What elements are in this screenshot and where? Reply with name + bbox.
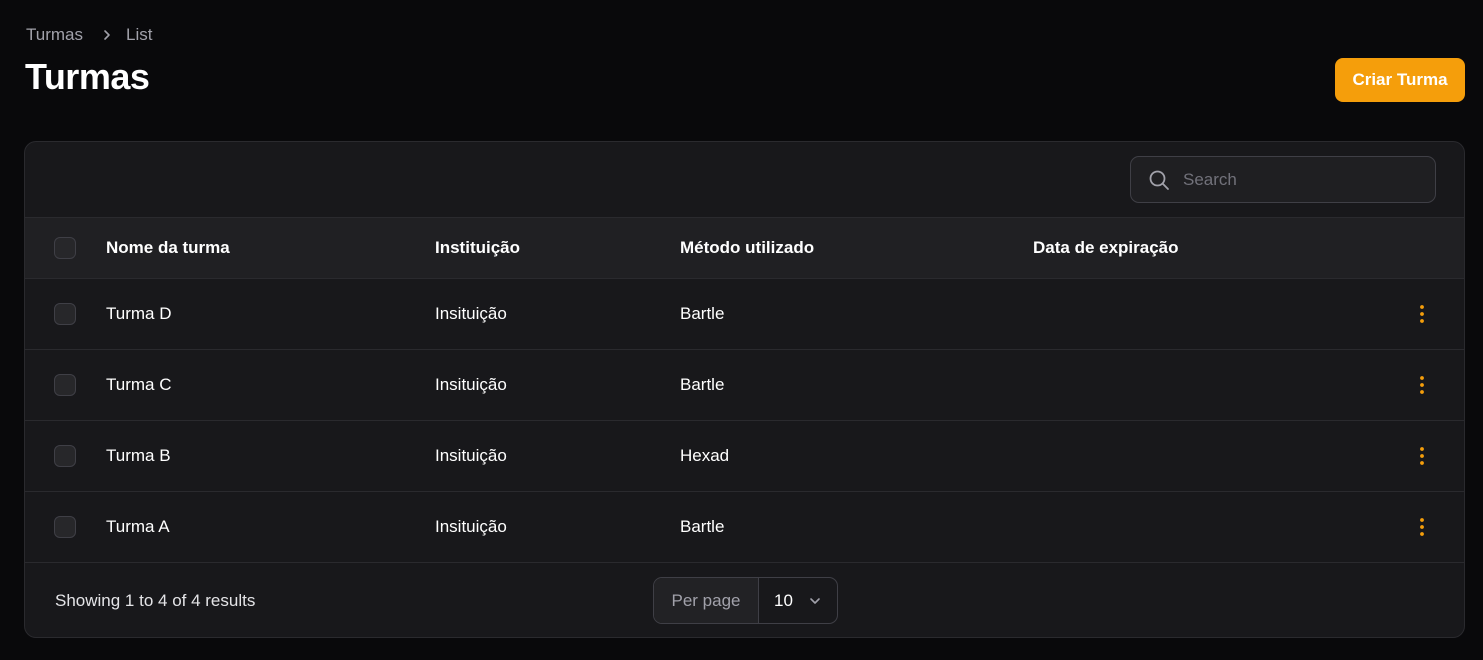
cell-name: Turma C — [106, 375, 172, 394]
cell-method: Bartle — [680, 304, 725, 323]
per-page-select[interactable]: 10 — [759, 578, 837, 623]
table-row[interactable]: Turma A Insituição Bartle — [25, 492, 1464, 563]
results-summary: Showing 1 to 4 of 4 results — [55, 591, 256, 610]
cell-institution: Insituição — [435, 375, 507, 394]
table-header-row: Nome da turma Instituição Método utiliza… — [25, 218, 1464, 279]
table-card: Nome da turma Instituição Método utiliza… — [24, 141, 1465, 638]
row-checkbox[interactable] — [54, 374, 76, 396]
table-toolbar — [25, 142, 1464, 218]
column-header-method[interactable]: Método utilizado — [680, 238, 814, 258]
row-checkbox[interactable] — [54, 445, 76, 467]
select-all-checkbox[interactable] — [54, 237, 76, 259]
more-vertical-icon[interactable] — [1411, 303, 1433, 325]
table-row[interactable]: Turma B Insituição Hexad — [25, 421, 1464, 492]
per-page-value: 10 — [774, 590, 793, 610]
column-header-expiration[interactable]: Data de expiração — [1033, 238, 1179, 258]
cell-institution: Insituição — [435, 446, 507, 465]
table-row[interactable]: Turma C Insituição Bartle — [25, 350, 1464, 421]
breadcrumb-current: List — [126, 25, 153, 44]
cell-method: Hexad — [680, 446, 730, 465]
per-page-control: Per page 10 — [653, 577, 838, 624]
more-vertical-icon[interactable] — [1411, 516, 1433, 538]
chevron-right-icon — [101, 29, 113, 41]
search-input[interactable] — [1181, 168, 1415, 191]
breadcrumb: Turmas List — [26, 24, 152, 46]
create-turma-button[interactable]: Criar Turma — [1335, 58, 1465, 102]
cell-name: Turma D — [106, 304, 172, 323]
chevron-down-icon — [809, 595, 821, 607]
row-checkbox[interactable] — [54, 516, 76, 538]
table-row[interactable]: Turma D Insituição Bartle — [25, 279, 1464, 350]
cell-name: Turma B — [106, 446, 171, 465]
more-vertical-icon[interactable] — [1411, 374, 1433, 396]
column-header-name[interactable]: Nome da turma — [106, 238, 230, 258]
cell-method: Bartle — [680, 517, 725, 536]
cell-name: Turma A — [106, 517, 170, 536]
cell-method: Bartle — [680, 375, 725, 394]
search-box[interactable] — [1130, 156, 1436, 203]
cell-institution: Insituição — [435, 304, 507, 323]
search-icon — [1148, 169, 1170, 191]
page: Turmas List Turmas Criar Turma Nome da t… — [0, 0, 1483, 660]
page-title: Turmas — [25, 56, 150, 97]
row-checkbox[interactable] — [54, 303, 76, 325]
column-header-institution[interactable]: Instituição — [435, 238, 520, 258]
per-page-label: Per page — [654, 578, 759, 623]
breadcrumb-link-turmas[interactable]: Turmas — [26, 25, 83, 45]
cell-institution: Insituição — [435, 517, 507, 536]
more-vertical-icon[interactable] — [1411, 445, 1433, 467]
table-footer: Showing 1 to 4 of 4 results Per page 10 — [25, 563, 1464, 637]
turmas-table: Nome da turma Instituição Método utiliza… — [25, 218, 1464, 563]
